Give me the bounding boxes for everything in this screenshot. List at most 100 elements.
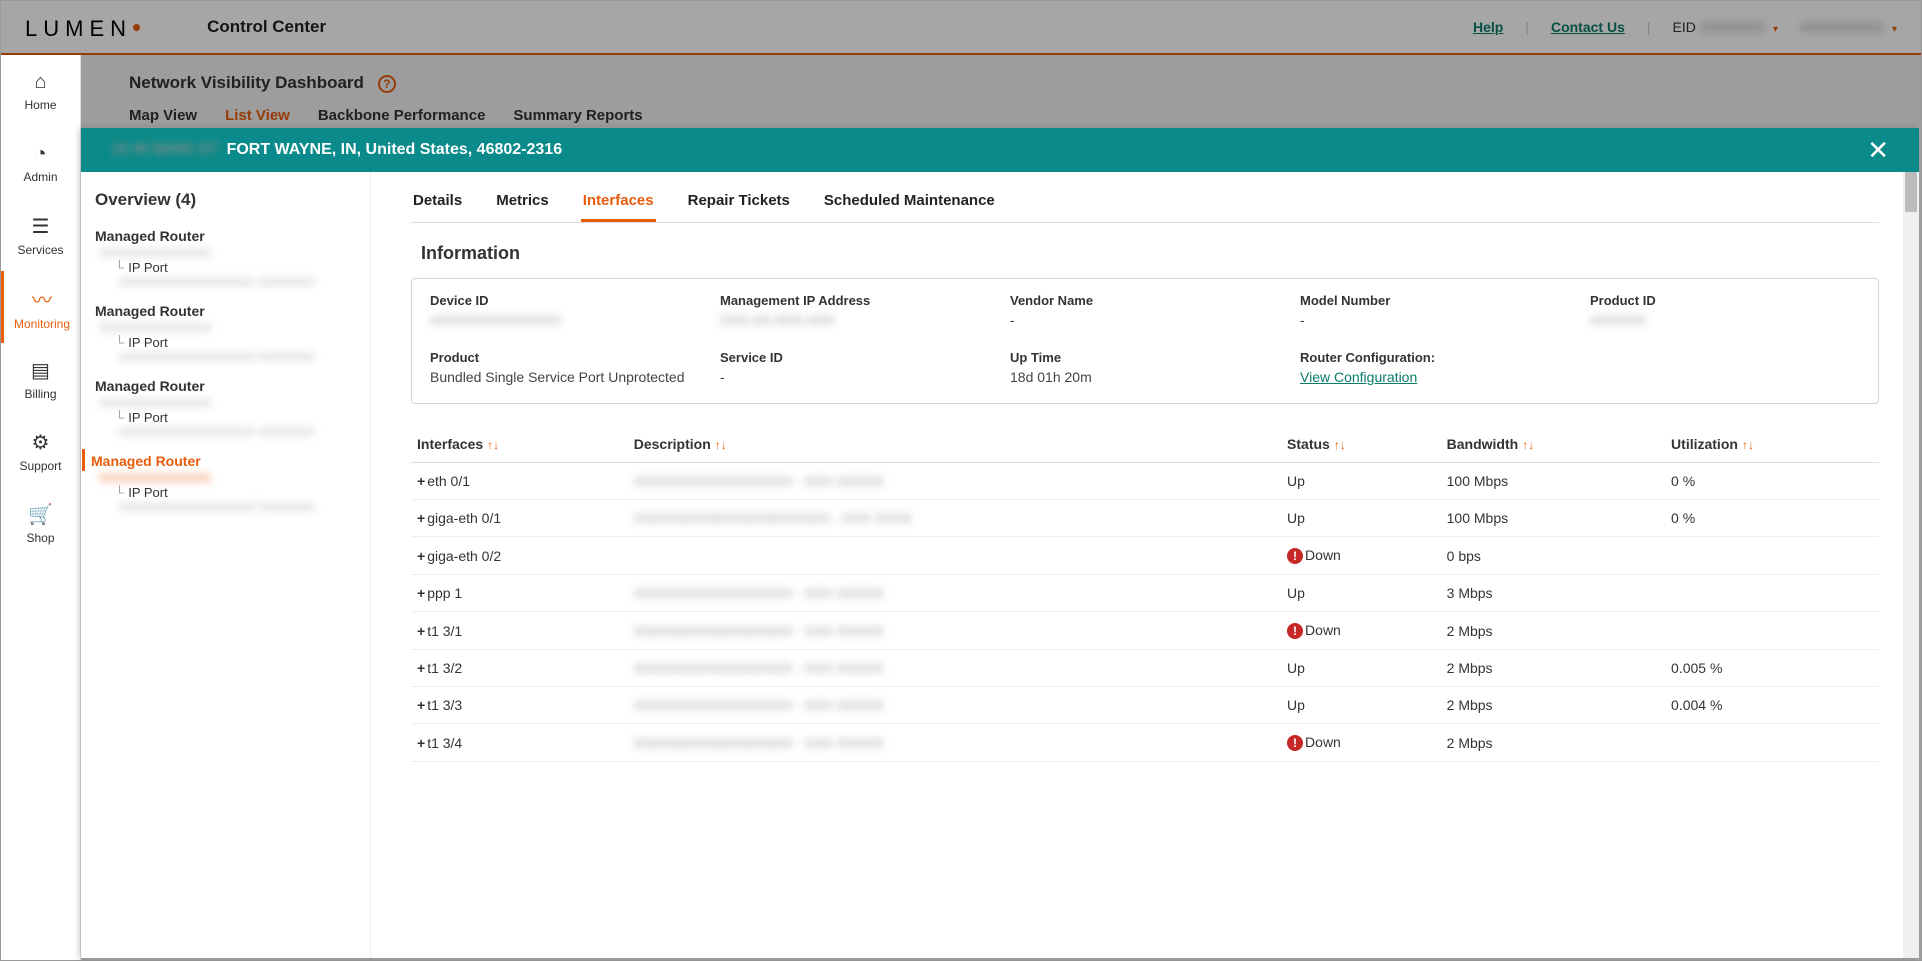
detail-panel: 10 W MAIN ST FORT WAYNE, IN, United Stat… [81,128,1919,958]
dash-tab-map-view[interactable]: Map View [129,107,197,124]
overview-router-id: XXXXXXXXXXXXXX [91,321,370,335]
col-label: Description [634,436,711,452]
location-prefix: 10 W MAIN ST [111,141,219,159]
tree-connector-icon: └ [115,335,124,350]
overview-ip-port[interactable]: └IP Port [91,260,370,275]
expand-icon[interactable]: + [417,585,425,601]
col-status[interactable]: Status↑↓ [1281,426,1441,463]
info-service-id: Service ID- [720,350,990,385]
dash-tab-summary-reports[interactable]: Summary Reports [513,107,642,124]
tab-scheduled-maintenance[interactable]: Scheduled Maintenance [822,192,997,222]
overview-port-id: XXXXXXXXXXXXXXXXX XXXXXXX [91,425,370,439]
expand-icon[interactable]: + [417,548,425,564]
cell-interface: +t1 3/2 [411,650,628,687]
label: Device ID [430,293,700,308]
interface-row: +ppp 1XXXXXXXXXXXXXXXXX - XXX XXXXXUp3 M… [411,575,1879,612]
expand-icon[interactable]: + [417,473,425,489]
col-interfaces[interactable]: Interfaces↑↓ [411,426,628,463]
sidebar-item-support[interactable]: ⚙Support [1,415,80,487]
info-uptime: Up Time18d 01h 20m [1010,350,1280,385]
overview-list: Managed RouterXXXXXXXXXXXXXX└IP PortXXXX… [91,224,370,514]
alert-icon: ! [1287,735,1303,751]
tab-metrics[interactable]: Metrics [494,192,551,222]
overview-router-id: XXXXXXXXXXXXXX [91,246,370,260]
label: Vendor Name [1010,293,1280,308]
cell-utilization: 0.005 % [1665,650,1879,687]
dash-tab-list-view[interactable]: List View [225,107,290,124]
overview-ip-port[interactable]: └IP Port [91,410,370,425]
cell-bandwidth: 0 bps [1441,537,1665,575]
tab-details[interactable]: Details [411,192,464,222]
help-link[interactable]: Help [1473,19,1503,35]
overview-router[interactable]: Managed Router [91,299,370,321]
sidebar-item-admin[interactable]: ◔ Admin [1,127,80,199]
alert-icon: ! [1287,548,1303,564]
scrollbar[interactable] [1903,172,1919,958]
sidebar-label: Admin [23,170,57,184]
dashboard-title: Network Visibility Dashboard [129,73,364,93]
cell-interface: +t1 3/1 [411,612,628,650]
cell-status: !Down [1281,724,1441,762]
info-vendor: Vendor Name - [1010,293,1280,328]
tab-repair-tickets[interactable]: Repair Tickets [686,192,792,222]
contact-link[interactable]: Contact Us [1551,19,1625,35]
col-label: Interfaces [417,436,483,452]
tab-interfaces[interactable]: Interfaces [581,192,656,222]
cell-interface: +t1 3/4 [411,724,628,762]
logo: LUMEN• [25,12,147,43]
admin-icon: ◔ [34,143,46,166]
overview-port-id: XXXXXXXXXXXXXXXXX XXXXXXX [91,275,370,289]
cell-description: XXXXXXXXXXXXXXXXX - XXX XXXXX [628,724,1281,762]
overview-title: Overview (4) [95,190,370,210]
cell-description: XXXXXXXXXXXXXXXXX - XXX XXXXX [628,650,1281,687]
close-icon[interactable]: ✕ [1867,135,1889,166]
panel-body: Overview (4) Managed RouterXXXXXXXXXXXXX… [81,172,1919,958]
sidebar-item-services[interactable]: ☰Services [1,199,80,271]
dashboard-header: Network Visibility Dashboard ? Map View L… [81,55,1921,127]
sidebar-item-home[interactable]: ⌂Home [1,55,80,127]
cell-bandwidth: 2 Mbps [1441,612,1665,650]
overview-router[interactable]: Managed Router [91,224,370,246]
sidebar-label: Home [24,98,56,112]
tree-connector-icon: └ [115,410,124,425]
cell-status: !Down [1281,612,1441,650]
sidebar-item-shop[interactable]: 🛒Shop [1,487,80,559]
overview-column: Overview (4) Managed RouterXXXXXXXXXXXXX… [81,172,371,958]
help-icon[interactable]: ? [378,75,396,93]
tree-connector-icon: └ [115,485,124,500]
scrollbar-thumb[interactable] [1905,172,1917,212]
sidebar-item-billing[interactable]: ▤Billing [1,343,80,415]
top-bar: LUMEN• Control Center Help | Contact Us … [1,1,1921,55]
view-configuration-link[interactable]: View Configuration [1300,369,1417,385]
expand-icon[interactable]: + [417,623,425,639]
cell-interface: +giga-eth 0/2 [411,537,628,575]
eid-dropdown[interactable]: EID XXXXXXX ▾ [1673,19,1779,35]
user-dropdown[interactable]: XXXXXXXXX ▾ [1800,19,1897,35]
cell-utilization: 0 % [1665,463,1879,500]
user-value: XXXXXXXXX [1800,19,1884,35]
cell-status: Up [1281,500,1441,537]
overview-ip-port[interactable]: └IP Port [91,485,370,500]
overview-router[interactable]: Managed Router [82,449,370,471]
value: - [1010,312,1280,328]
dashboard-tabs: Map View List View Backbone Performance Sum… [129,107,1873,124]
col-bandwidth[interactable]: Bandwidth↑↓ [1441,426,1665,463]
cell-bandwidth: 2 Mbps [1441,650,1665,687]
overview-router[interactable]: Managed Router [91,374,370,396]
eid-label: EID [1673,19,1696,35]
expand-icon[interactable]: + [417,697,425,713]
dash-tab-backbone-performance[interactable]: Backbone Performance [318,107,486,124]
expand-icon[interactable]: + [417,660,425,676]
services-icon: ☰ [32,214,50,239]
sidebar-item-monitoring[interactable]: 〰Monitoring [1,271,80,343]
sidebar-label: Monitoring [14,317,70,331]
expand-icon[interactable]: + [417,510,425,526]
information-box: Device IDXXXXXXXXXXXXXX Management IP Ad… [411,278,1879,404]
value: - [1300,312,1570,328]
col-description[interactable]: Description↑↓ [628,426,1281,463]
cell-description: XXXXXXXXXXXXXXXXX - XXX XXXXX [628,687,1281,724]
overview-ip-port[interactable]: └IP Port [91,335,370,350]
panel-location: FORT WAYNE, IN, United States, 46802-231… [227,141,563,159]
col-utilization[interactable]: Utilization↑↓ [1665,426,1879,463]
expand-icon[interactable]: + [417,735,425,751]
